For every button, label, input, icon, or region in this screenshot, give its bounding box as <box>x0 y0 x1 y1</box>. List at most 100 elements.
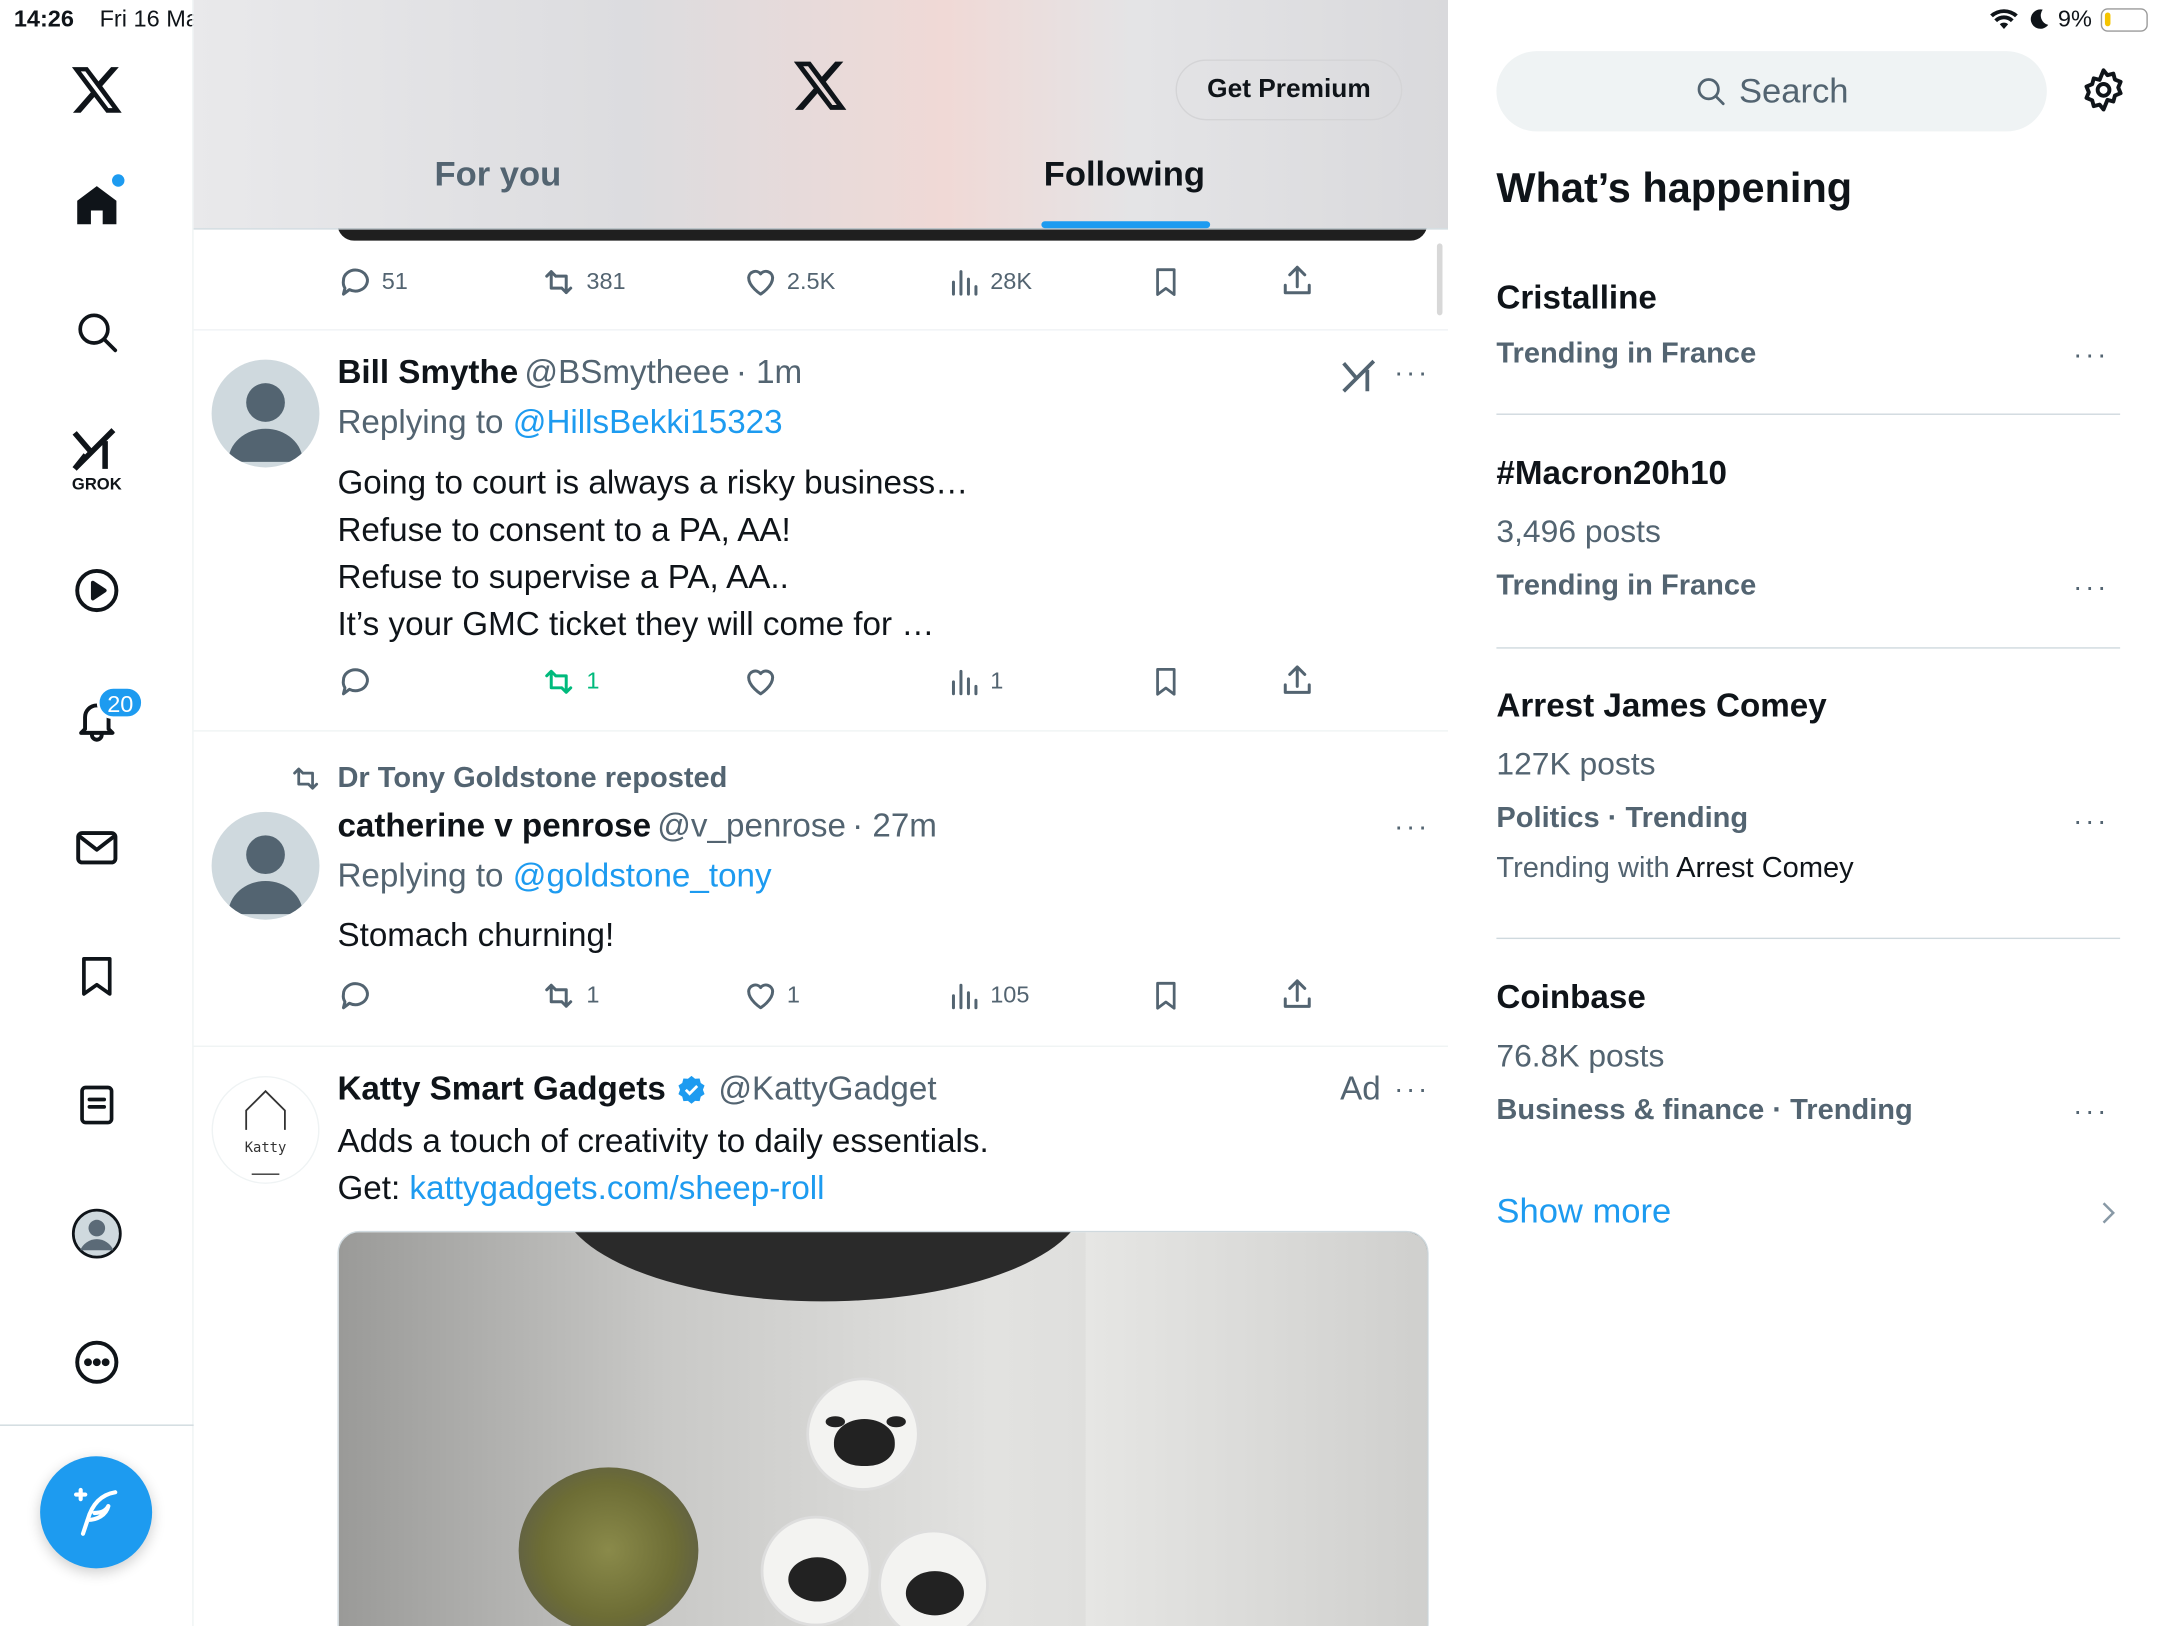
heart-icon <box>747 669 775 696</box>
grok-icon[interactable]: GROK <box>55 419 138 502</box>
more-icon[interactable] <box>55 1321 138 1404</box>
bookmarks-icon[interactable] <box>55 935 138 1018</box>
trend-item[interactable]: #Macron20h10 3,496 posts Trending in Fra… <box>1496 455 2120 603</box>
reply-icon <box>341 268 369 296</box>
author-handle[interactable]: @KattyGadget <box>718 1070 936 1109</box>
show-more-link[interactable]: Show more <box>1496 1192 2120 1232</box>
bookmark-button[interactable] <box>1149 978 1182 1014</box>
like-button[interactable]: 1 <box>743 978 800 1014</box>
search-icon <box>1698 78 1726 106</box>
bookmark-button[interactable] <box>1149 664 1182 700</box>
author-handle[interactable]: @BSmytheee <box>524 354 729 391</box>
ad-label: Ad <box>1340 1070 1381 1108</box>
trend-title: Coinbase <box>1496 979 1646 1017</box>
like-button[interactable]: 2.5K <box>743 264 836 300</box>
post-time[interactable]: · 27m <box>852 808 937 845</box>
author-name[interactable]: Katty Smart Gadgets <box>337 1070 665 1109</box>
tweet-line: Refuse to consent to a PA, AA! <box>337 511 791 550</box>
views-button[interactable]: 1 <box>946 664 1003 700</box>
search-icon[interactable] <box>55 290 138 373</box>
grok-explain-icon[interactable] <box>1342 357 1381 396</box>
author-name[interactable]: Bill Smythe <box>337 354 518 391</box>
search-placeholder: Search <box>1738 71 1849 110</box>
bookmark-icon <box>1156 268 1176 296</box>
repost-icon <box>293 767 319 790</box>
more-options-icon[interactable]: ··· <box>1394 358 1430 390</box>
reply-button[interactable] <box>337 978 381 1014</box>
replying-to-link[interactable]: @goldstone_tony <box>513 857 772 894</box>
timeline-header: Get Premium For you Following <box>193 0 1449 230</box>
repost-button[interactable]: 1 <box>539 664 599 700</box>
trend-item[interactable]: Arrest James Comey 127K posts Politics ·… <box>1496 687 2120 885</box>
settings-gear-icon[interactable] <box>2080 66 2127 113</box>
home-icon[interactable] <box>55 163 138 246</box>
avatar[interactable] <box>211 359 320 468</box>
tweet-ad-katty-gadgets[interactable]: Katty Katty Smart Gadgets @KattyGadget A… <box>194 1047 1448 1626</box>
separator <box>1496 647 2121 649</box>
get-premium-button[interactable]: Get Premium <box>1175 59 1403 121</box>
lists-icon[interactable] <box>55 1064 138 1147</box>
separator <box>1496 937 2121 940</box>
bookmark-button[interactable] <box>1149 264 1182 300</box>
repost-button[interactable]: 1 <box>539 978 599 1014</box>
replying-to-link[interactable]: @HillsBekki15323 <box>513 404 783 441</box>
like-count: 2.5K <box>786 268 836 295</box>
share-button[interactable] <box>1279 976 1315 1012</box>
trend-item[interactable]: Coinbase 76.8K posts Business & finance … <box>1496 979 2120 1127</box>
author-handle[interactable]: @v_penrose <box>657 808 846 845</box>
scrollbar[interactable] <box>1436 243 1443 316</box>
tweet-text: Going to court is always a risky busines… <box>337 461 1388 649</box>
tab-following[interactable]: Following <box>958 155 1290 195</box>
video-icon[interactable] <box>55 549 138 632</box>
x-logo-icon[interactable] <box>55 48 138 131</box>
more-options-icon[interactable]: ··· <box>1394 1075 1430 1107</box>
trend-more-icon[interactable]: ··· <box>2073 340 2109 372</box>
repost-context: Dr Tony Goldstone reposted <box>288 762 727 795</box>
profile-avatar-icon[interactable] <box>55 1192 138 1275</box>
compose-post-button[interactable] <box>40 1456 153 1569</box>
views-button[interactable]: 105 <box>946 978 1029 1014</box>
ad-video[interactable] <box>337 1230 1429 1626</box>
tweet-bill-smythe[interactable]: Bill Smythe @BSmytheee · 1m ··· Replying… <box>193 331 1449 732</box>
trend-item[interactable]: Cristalline Trending in France <box>1496 279 2120 370</box>
reply-button[interactable] <box>337 664 381 700</box>
ad-link[interactable]: kattygadgets.com/sheep-roll <box>409 1170 824 1207</box>
tweet-catherine-penrose[interactable]: Dr Tony Goldstone reposted catherine v p… <box>193 732 1449 1047</box>
trending-with-value[interactable]: Arrest Comey <box>1676 852 1854 884</box>
chevron-right-icon <box>2102 1201 2115 1223</box>
messages-icon[interactable] <box>55 806 138 889</box>
trend-more-icon[interactable]: ··· <box>2073 1097 2109 1129</box>
trend-category: Politics · Trending <box>1496 802 1749 834</box>
trend-title: #Macron20h10 <box>1496 455 1728 493</box>
reply-button[interactable]: 51 <box>337 264 408 300</box>
trending-with-label: Trending with <box>1496 851 1670 884</box>
reposted-by[interactable]: Dr Tony Goldstone reposted <box>337 762 727 795</box>
search-input[interactable]: Search <box>1496 51 2047 132</box>
more-options-icon[interactable]: ··· <box>1394 812 1430 844</box>
trend-more-icon[interactable]: ··· <box>2073 806 2109 838</box>
like-button[interactable] <box>743 664 787 700</box>
heart-icon <box>747 269 775 296</box>
views-count: 105 <box>990 981 1030 1009</box>
compose-feather-icon <box>73 1487 117 1536</box>
tab-for-you[interactable]: For you <box>332 155 664 195</box>
trend-more-icon[interactable]: ··· <box>2073 573 2109 605</box>
author-name[interactable]: catherine v penrose <box>337 808 651 845</box>
tweet-line: Refuse to supervise a PA, AA.. <box>337 558 789 597</box>
reply-icon <box>341 668 369 696</box>
reply-count: 51 <box>381 268 408 295</box>
header-x-logo-icon[interactable] <box>793 61 847 111</box>
share-button[interactable] <box>1279 263 1315 299</box>
repost-button[interactable]: 381 <box>539 264 626 300</box>
trend-category: Business & finance · Trending <box>1496 1093 1913 1126</box>
verified-badge-icon <box>679 1075 706 1104</box>
views-button[interactable]: 28K <box>946 264 1032 300</box>
advertiser-logo[interactable]: Katty <box>211 1075 320 1184</box>
post-time[interactable]: · 1m <box>736 354 802 391</box>
right-sidebar: Search What’s happening Cristalline Tren… <box>1449 0 2160 1626</box>
repost-icon <box>545 669 573 694</box>
trend-category: Trending in France <box>1496 569 1757 602</box>
share-button[interactable] <box>1279 662 1315 698</box>
avatar[interactable] <box>211 811 320 920</box>
notifications-icon[interactable]: 20 <box>55 678 144 761</box>
